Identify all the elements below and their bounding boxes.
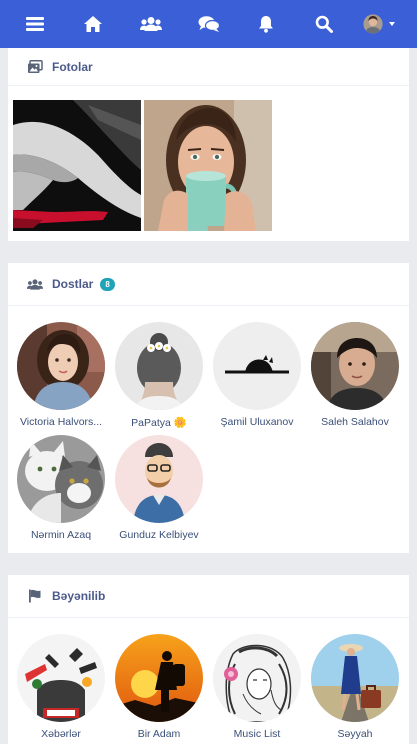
page-name[interactable]: Xəbərlər — [11, 728, 111, 740]
photos-title: Fotolar — [52, 59, 93, 74]
liked-page-item[interactable]: Bir Adam — [109, 634, 209, 740]
page-avatar[interactable] — [311, 634, 399, 722]
liked-page-item[interactable]: Music List — [207, 634, 307, 740]
friend-name[interactable]: Nərmin Azaq — [11, 529, 111, 541]
liked-title: Bəyənilib — [52, 589, 106, 603]
friend-item[interactable]: Şamil Uluxanov — [207, 322, 307, 428]
friend-name[interactable]: Victoria Halvors... — [11, 416, 111, 428]
friend-avatar[interactable] — [311, 322, 399, 410]
profile-menu[interactable] — [362, 10, 398, 38]
friend-avatar[interactable] — [213, 322, 301, 410]
photos-header: Fotolar — [8, 48, 409, 86]
friend-item[interactable]: Victoria Halvors... — [11, 322, 111, 428]
friends-count-badge: 8 — [100, 277, 115, 291]
images-icon — [27, 59, 43, 75]
flag-icon — [27, 588, 43, 604]
page-name[interactable]: Bir Adam — [109, 728, 209, 740]
chevron-down-icon — [389, 22, 395, 26]
friend-item[interactable]: Nərmin Azaq — [11, 435, 111, 541]
search-icon[interactable] — [310, 10, 338, 38]
photo-thumbnail[interactable] — [144, 100, 272, 231]
friend-name[interactable]: Şamil Uluxanov — [207, 416, 307, 428]
friend-name[interactable]: Gunduz Kelbiyev — [109, 529, 209, 541]
page-avatar[interactable] — [17, 634, 105, 722]
page-avatar[interactable] — [115, 634, 203, 722]
photo-thumbnail[interactable] — [13, 100, 141, 231]
friends-title: Dostlar — [52, 277, 94, 291]
friend-item[interactable]: Saleh Salahov — [305, 322, 405, 428]
users-icon — [27, 276, 43, 292]
friend-name[interactable]: PaPatya 🌼 — [109, 416, 209, 429]
friend-avatar[interactable] — [17, 435, 105, 523]
page-avatar[interactable] — [213, 634, 301, 722]
friends-header: Dostlar 8 — [8, 263, 409, 306]
friend-avatar[interactable] — [17, 322, 105, 410]
top-navbar — [0, 0, 417, 48]
liked-page-item[interactable]: Xəbərlər — [11, 634, 111, 740]
home-icon[interactable] — [79, 10, 107, 38]
page-name[interactable]: Music List — [207, 728, 307, 740]
friend-avatar[interactable] — [115, 322, 203, 410]
menu-icon[interactable] — [21, 10, 49, 38]
friend-name[interactable]: Saleh Salahov — [305, 416, 405, 428]
liked-page-item[interactable]: Səyyah — [305, 634, 405, 740]
friends-icon[interactable] — [137, 10, 165, 38]
friend-avatar[interactable] — [115, 435, 203, 523]
messages-icon[interactable] — [195, 10, 223, 38]
notifications-bell-icon[interactable] — [252, 10, 280, 38]
friend-item[interactable]: PaPatya 🌼 — [109, 322, 209, 429]
page-name[interactable]: Səyyah — [305, 728, 405, 740]
profile-avatar-icon — [363, 14, 395, 34]
friend-item[interactable]: Gunduz Kelbiyev — [109, 435, 209, 541]
liked-header: Bəyənilib — [8, 575, 409, 618]
